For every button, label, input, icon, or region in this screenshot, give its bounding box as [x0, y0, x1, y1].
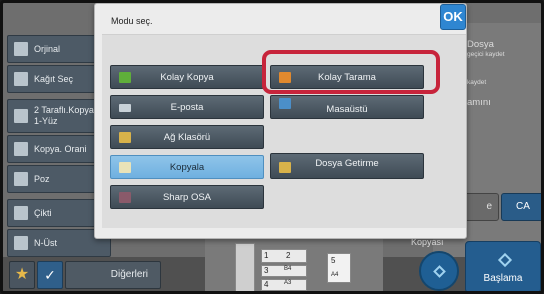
highlight-frame — [262, 50, 440, 94]
paper-stack — [235, 243, 255, 291]
paper-icon — [14, 72, 28, 86]
tray-size: A4 — [331, 272, 339, 278]
exposure-icon — [14, 172, 28, 186]
sidebar-item-label: N-Üst — [34, 237, 57, 248]
mode-email[interactable]: E-posta — [110, 95, 264, 119]
mode-label: Sharp OSA — [162, 191, 212, 203]
mode-label: Kopyala — [169, 161, 205, 173]
ca-button[interactable]: CA — [501, 193, 541, 221]
tray-size: B4 — [284, 266, 292, 272]
tray-number: 5 — [331, 256, 336, 265]
start-button[interactable]: Başlama — [465, 241, 541, 291]
start-label: Başlama — [483, 273, 523, 284]
tray-number: 3 — [264, 266, 269, 275]
mode-select-dialog: Modu seç. OK Kolay Kopya Kolay Tarama E-… — [94, 3, 467, 239]
mode-copy[interactable]: Kopyala — [110, 155, 264, 179]
sidebar-item-label: Çikti — [34, 207, 52, 218]
checkmark-button[interactable]: ✓ — [37, 261, 63, 289]
mode-desktop[interactable]: Masaüstü — [270, 95, 424, 119]
sidebar-item-label: Orjinal — [34, 43, 61, 54]
mode-label: Masaüstü — [326, 104, 368, 115]
desktop-icon — [279, 98, 291, 109]
tray-slot: 5 A4 — [327, 253, 351, 283]
n-up-icon — [14, 236, 28, 250]
email-icon — [119, 104, 131, 112]
tray-number: 1 — [264, 251, 269, 260]
sharp-osa-icon — [119, 192, 131, 203]
quick-file-label: geçici kaydet — [467, 51, 505, 58]
mode-label: Kolay Kopya — [160, 71, 214, 83]
save-label: kaydet — [467, 79, 487, 86]
sidebar-item-label: 2 Taraflı.Kopya 1-Yüz — [34, 105, 94, 126]
sidebar-item-label: Poz — [34, 173, 50, 184]
zoom-icon — [14, 142, 28, 156]
network-folder-icon — [119, 132, 131, 143]
start-diamond-icon — [497, 252, 513, 268]
star-icon: ★ — [14, 266, 30, 283]
mode-document-filing[interactable]: Dosya Getirme — [270, 153, 424, 179]
color-start-button[interactable] — [419, 251, 459, 291]
copy-icon — [119, 162, 131, 173]
mode-sharp-osa[interactable]: Sharp OSA — [110, 185, 264, 209]
sidebar-item-label: Kağıt Seç — [34, 73, 74, 84]
tray-slot: 4 A3 — [261, 279, 307, 291]
start-diamond-icon — [433, 265, 446, 278]
tray-preview: 1 2 3 B4 4 A3 5 A4 — [205, 239, 383, 291]
dialog-title: Modu seç. — [111, 16, 153, 26]
easy-copy-icon — [119, 72, 131, 83]
tray-number: 4 — [264, 280, 269, 289]
mode-label: E-posta — [170, 101, 204, 113]
document-icon — [14, 42, 28, 56]
screen: Orjinal Kağıt Seç 2 Taraflı.Kopya 1-Yüz … — [0, 0, 544, 294]
mode-label: Ağ Klasörü — [163, 131, 211, 143]
duplex-icon — [14, 109, 28, 123]
tray-number: 2 — [286, 251, 291, 260]
others-button[interactable]: Diğerleri — [65, 261, 161, 289]
favorite-star-button[interactable]: ★ — [9, 261, 35, 289]
mode-network-folder[interactable]: Ağ Klasörü — [110, 125, 264, 149]
tray-size: A3 — [284, 280, 292, 286]
document-filing-icon — [279, 162, 291, 173]
mode-label: Dosya Getirme — [315, 157, 379, 169]
mode-easy-copy[interactable]: Kolay Kopya — [110, 65, 264, 89]
partial-label: amını — [467, 97, 491, 108]
tray-slot: 3 B4 — [261, 265, 307, 277]
tray-slot: 1 2 — [261, 249, 307, 263]
file-label: Dosya — [467, 39, 494, 50]
checkmark-icon: ✓ — [44, 267, 56, 283]
ok-button[interactable]: OK — [440, 4, 466, 30]
sidebar-item-label: Kopya. Orani — [34, 143, 87, 154]
output-icon — [14, 206, 28, 220]
